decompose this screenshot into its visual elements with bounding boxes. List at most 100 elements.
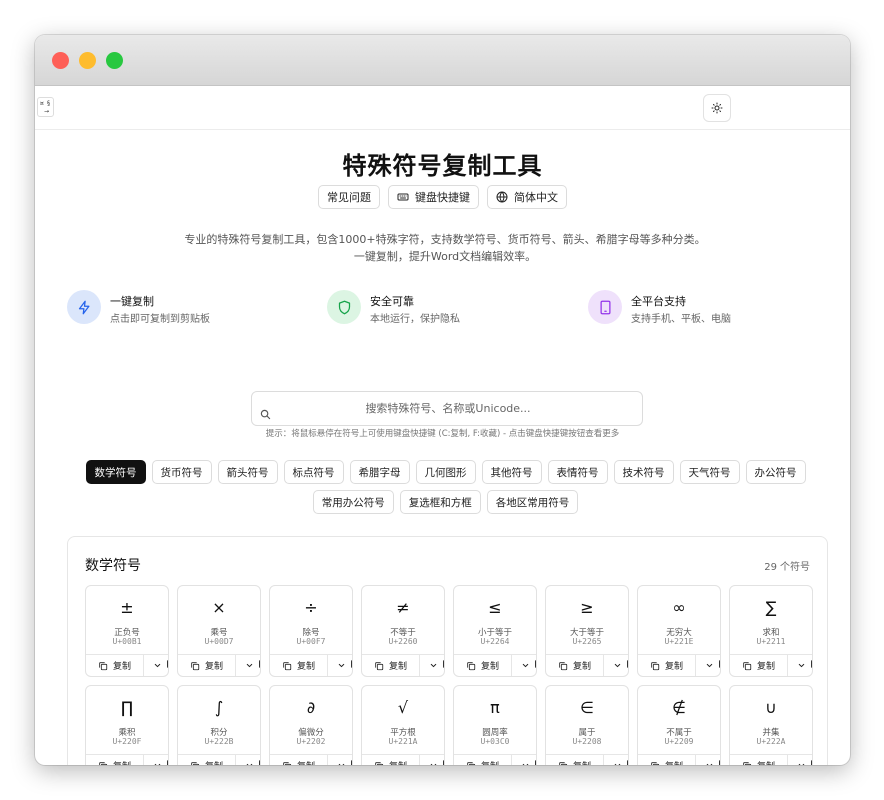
copy-button[interactable]: 复制 [638,754,696,765]
category-tab[interactable]: 复选框和方框 [399,490,481,514]
more-options-button[interactable] [144,654,168,676]
card-overflow-edge [627,760,628,765]
copy-button[interactable]: 复制 [638,654,696,676]
copy-button-label: 复制 [665,759,683,765]
category-tab[interactable]: 希腊字母 [349,460,410,484]
site-logo[interactable]: ¤ § → [37,97,54,117]
more-options-button[interactable] [512,754,536,765]
category-tab[interactable]: 表情符号 [547,460,608,484]
copy-button[interactable]: 复制 [270,654,328,676]
copy-button[interactable]: 复制 [546,654,604,676]
minimize-window-button[interactable] [79,52,96,69]
more-options-button[interactable] [420,654,444,676]
copy-button[interactable]: 复制 [270,754,328,765]
language-select-button[interactable]: 简体中文 [487,185,567,209]
symbol-unicode: U+222A [756,737,786,746]
more-options-button[interactable] [604,754,628,765]
symbol-card[interactable]: √平方根U+221A复制 [361,685,445,765]
category-tab[interactable]: 办公符号 [745,460,806,484]
symbol-card[interactable]: π圆周率U+03C0复制 [453,685,537,765]
copy-button-label: 复制 [756,662,775,672]
copy-button[interactable]: 复制 [730,754,788,765]
close-window-button[interactable] [52,52,69,69]
search-input[interactable] [278,392,618,425]
copy-icon [559,661,568,670]
copy-button[interactable]: 复制 [86,654,144,676]
copy-icon [743,761,752,765]
symbol-card[interactable]: ÷ 除号 U+00F7 复制 [269,585,353,677]
copy-button-label: 复制 [573,759,591,765]
copy-button[interactable]: 复制 [730,654,788,676]
category-tab[interactable]: 几何图形 [415,460,476,484]
category-tab[interactable]: 其他符号 [481,460,542,484]
category-tab[interactable]: 技术符号 [613,460,674,484]
copy-button-label: 复制 [205,759,223,765]
symbol-unicode: U+2211 [756,637,786,646]
category-tab[interactable]: 箭头符号 [217,460,278,484]
category-tab[interactable]: 各地区常用符号 [486,490,579,514]
more-options-button[interactable] [604,654,628,676]
copy-icon [99,761,108,765]
more-options-button[interactable] [236,754,260,765]
more-options-button[interactable] [696,754,720,765]
lightning-icon [78,300,89,314]
more-options-button[interactable] [788,654,812,676]
more-options-button[interactable] [236,654,260,676]
more-options-button[interactable] [512,654,536,676]
keyboard-shortcuts-label: 键盘快捷键 [415,191,470,204]
more-options-button[interactable] [420,754,444,765]
maximize-window-button[interactable] [106,52,123,69]
symbol-card[interactable]: ∈属于U+2208复制 [545,685,629,765]
copy-button[interactable]: 复制 [454,754,512,765]
theme-toggle-button[interactable] [703,94,731,122]
keyboard-shortcuts-button[interactable]: 键盘快捷键 [388,185,479,209]
symbol-unicode: U+2264 [480,637,510,646]
more-options-button[interactable] [144,754,168,765]
category-tab[interactable]: 常用办公符号 [312,490,394,514]
copy-button[interactable]: 复制 [362,754,420,765]
symbol-card[interactable]: ∉不属于U+2209复制 [637,685,721,765]
shield-icon [338,300,350,314]
copy-button[interactable]: 复制 [178,754,236,765]
more-options-button[interactable] [696,654,720,676]
symbol-card[interactable]: ∏乘积U+220F复制 [85,685,169,765]
category-tab[interactable]: 货币符号 [151,460,212,484]
more-options-button[interactable] [328,654,352,676]
copy-icon [191,661,200,670]
card-overflow-edge [351,760,352,765]
copy-button[interactable]: 复制 [86,754,144,765]
top-navbar: ¤ § → [35,87,850,130]
more-options-button[interactable] [328,754,352,765]
symbol-glyph: π [490,698,500,717]
more-options-button[interactable] [788,754,812,765]
symbol-card[interactable]: ≠ 不等于 U+2260 复制 [361,585,445,677]
copy-icon [99,661,108,670]
copy-button[interactable]: 复制 [362,654,420,676]
copy-button[interactable]: 复制 [546,754,604,765]
copy-button[interactable]: 复制 [454,654,512,676]
card-overflow-edge [811,760,812,765]
copy-button-label: 复制 [481,759,499,765]
symbol-glyph: ∏ [120,698,134,717]
symbol-unicode: U+2265 [572,637,602,646]
symbol-card[interactable]: ± 正负号 U+00B1 复制 [85,585,169,677]
category-tab[interactable]: 天气符号 [679,460,740,484]
symbol-card[interactable]: ∞ 无穷大 U+221E 复制 [637,585,721,677]
symbol-count-number: 29 [764,562,777,573]
copy-icon [743,661,752,670]
symbol-card[interactable]: ≥ 大于等于 U+2265 复制 [545,585,629,677]
keyboard-icon [397,193,409,201]
copy-button[interactable]: 复制 [178,654,236,676]
symbol-card[interactable]: ∪并集U+222A复制 [729,685,813,765]
logo-glyph: § [47,100,50,107]
category-tab[interactable]: 数学符号 [85,460,146,484]
symbol-unicode: U+00B1 [112,637,142,646]
symbol-card[interactable]: × 乘号 U+00D7 复制 [177,585,261,677]
faq-button[interactable]: 常见问题 [318,185,380,209]
category-tab[interactable]: 标点符号 [283,460,344,484]
chevron-down-icon [338,663,344,668]
symbol-card[interactable]: ∂偏微分U+2202复制 [269,685,353,765]
symbol-card[interactable]: ∑ 求和 U+2211 复制 [729,585,813,677]
symbol-card[interactable]: ∫积分U+222B复制 [177,685,261,765]
symbol-card[interactable]: ≤ 小于等于 U+2264 复制 [453,585,537,677]
